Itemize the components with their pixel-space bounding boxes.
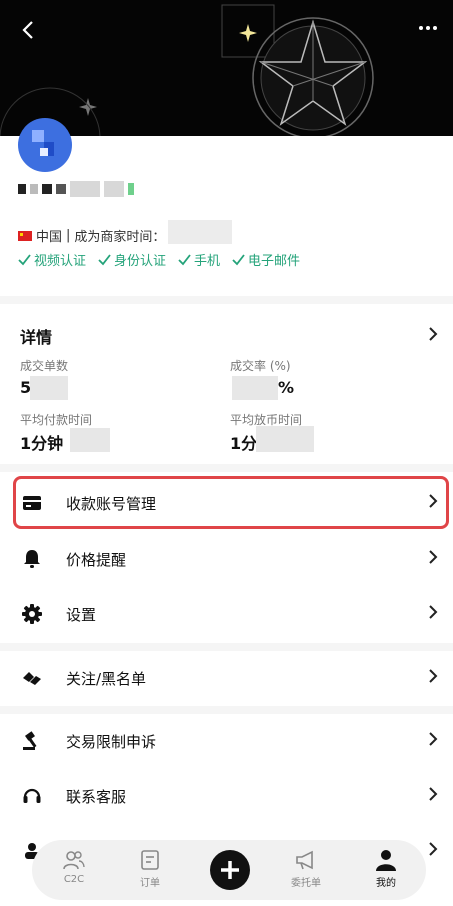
verify-email: 电子邮件: [232, 250, 300, 269]
menu-item-settings[interactable]: 设置: [0, 587, 453, 641]
plus-icon: [221, 861, 239, 879]
menu-item-contact-support[interactable]: 联系客服: [0, 769, 453, 823]
check-icon: [98, 254, 111, 266]
merchant-since-label: 成为商家时间：: [74, 230, 166, 245]
chevron-right-icon: [429, 327, 438, 341]
headset-icon: [22, 786, 42, 806]
menu-item-trade-limit-appeal[interactable]: 交易限制申诉: [0, 714, 453, 768]
divider: [0, 296, 453, 304]
completion-rate-value: %: [278, 378, 295, 397]
chevron-right-icon: [427, 668, 439, 688]
chevron-left-icon: [22, 21, 33, 39]
country-name: 中国: [36, 230, 63, 245]
nav-orders[interactable]: 订单: [122, 846, 178, 889]
details-chevron[interactable]: [427, 326, 439, 346]
menu-label: 交易限制申诉: [66, 732, 157, 751]
more-horizontal-icon: [419, 26, 437, 30]
users-icon: [46, 846, 102, 874]
merchant-info: 中国 | 成为商家时间： 2: [18, 226, 178, 245]
check-icon: [232, 254, 245, 266]
follow-icon: [22, 668, 42, 688]
verify-phone: 手机: [178, 250, 220, 269]
order-icon: [122, 846, 178, 874]
bell-icon: [22, 549, 42, 569]
chevron-right-icon: [427, 786, 439, 806]
menu-item-price-alert[interactable]: 价格提醒: [0, 532, 453, 586]
chevron-right-icon: [427, 731, 439, 751]
verification-list: 视频认证 身份认证 手机 电子邮件: [18, 250, 300, 269]
header-banner: [0, 0, 453, 136]
chevron-right-icon: [427, 604, 439, 624]
chevron-right-icon: [427, 549, 439, 569]
menu-label: 关注/黑名单: [66, 669, 147, 688]
star-decoration-icon: [0, 4, 374, 136]
divider: [0, 643, 453, 651]
nav-c2c[interactable]: C2C: [46, 846, 102, 885]
username-blurred: [18, 180, 134, 198]
merchant-since-blur: [168, 220, 232, 244]
gavel-icon: [22, 731, 42, 751]
divider: [0, 706, 453, 714]
completion-rate-label: 成交率 (%): [230, 359, 291, 373]
menu-label: 设置: [66, 605, 97, 624]
check-icon: [18, 254, 31, 266]
user-icon: [358, 846, 414, 874]
divider: [0, 464, 453, 472]
china-flag-icon: [18, 230, 32, 241]
menu-label: 联系客服: [66, 787, 127, 806]
avg-payment-time-value: 1分钟: [20, 434, 64, 453]
chevron-right-icon: [427, 841, 439, 861]
avg-payment-time-label: 平均付款时间: [20, 413, 93, 427]
back-button[interactable]: [16, 18, 40, 42]
more-button[interactable]: [417, 18, 439, 41]
nav-mine[interactable]: 我的: [358, 846, 414, 889]
menu-item-follow-blacklist[interactable]: 关注/黑名单: [0, 651, 453, 705]
avatar: [18, 118, 72, 172]
details-title: 详情: [20, 328, 53, 347]
bottom-nav: C2C 订单 委托单 我的: [32, 840, 426, 900]
check-icon: [178, 254, 191, 266]
verify-identity: 身份认证: [98, 250, 166, 269]
highlight-box: [13, 476, 449, 529]
menu-label: 价格提醒: [66, 550, 127, 569]
megaphone-icon: [278, 846, 334, 874]
verify-video: 视频认证: [18, 250, 86, 269]
plus-button[interactable]: [210, 850, 250, 890]
gear-icon: [22, 604, 42, 624]
trade-count-label: 成交单数: [20, 359, 69, 373]
nav-ads[interactable]: 委托单: [278, 846, 334, 889]
